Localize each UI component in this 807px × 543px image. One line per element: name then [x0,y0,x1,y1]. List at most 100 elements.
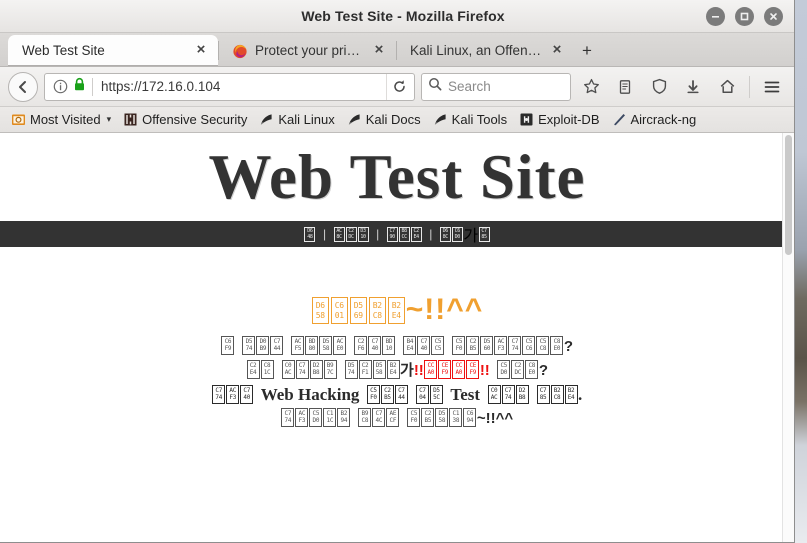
missing-glyph-box: C1 38 [449,408,463,427]
missing-glyph-box: C7 40 [417,336,431,355]
home-icon[interactable] [713,73,741,101]
tab-strip: Web Test Site × Protect your privacy a..… [0,33,794,67]
search-bar[interactable]: Search [421,72,571,101]
reader-list-icon[interactable] [611,73,639,101]
missing-glyph-box: D5 58 [372,360,386,379]
kali-dragon-icon [259,112,274,127]
missing-glyph-box: AE CF [386,408,400,427]
latin-text: . [578,385,583,404]
missing-glyph-box: C7 44 [394,385,408,404]
page-title: Web Test Site [208,141,586,212]
window-title: Web Test Site - Mozilla Firefox [301,8,505,24]
downloads-icon[interactable] [679,73,707,101]
line-2-emphasis-tofu: CC A0 CE F9 CC A0 CE F9 [424,360,480,379]
content-line-4: C7 74 AC F3 C5 D0 C1 1C B2 94 B9 C8 C7 4C AE CF C5 F0 C2 B5… [0,408,794,430]
tab-label: Kali Linux, an Offensive S... [410,43,543,58]
missing-glyph-box: B4 E4 [403,336,417,355]
nav-item-data-room[interactable]: C7 90 B8 CC C2 E4 [386,226,422,242]
bookmark-kali-tools[interactable]: Kali Tools [428,110,512,129]
url-text: https://172.16.0.104 [101,79,221,94]
shield-icon[interactable] [645,73,673,101]
missing-glyph-box: C5 C6 [522,336,536,355]
missing-glyph-box: C7 90 [386,226,398,242]
missing-glyph-box: CE F9 [466,360,480,379]
missing-glyph-box: D5 74 [242,336,256,355]
missing-glyph-box: D3 10 [357,226,369,242]
line-4-tofu: C7 74 AC F3 C5 D0 C1 1C B2 94 B9 C8 C7 4C AE CF C5 F0 C2 B5… [281,408,477,427]
bookmark-most-visited[interactable]: Most Visited ▾ [6,110,116,129]
line-2-suffix: ? [538,362,548,379]
nav-item-board[interactable]: AC 8C C2 DC D3 10 [333,226,369,242]
missing-glyph-box: B2 94 [337,408,351,427]
kali-dragon-icon [347,112,362,127]
site-header: Web Test Site [0,133,794,221]
missing-glyph-box: B8 CC [398,226,410,242]
missing-glyph-box: C2 E4 [410,226,422,242]
bookmark-kali-linux[interactable]: Kali Linux [254,110,339,129]
maximize-button[interactable] [735,6,754,26]
magnifier-icon [428,77,442,96]
kali-dragon-icon [433,112,448,127]
missing-glyph-box: C1 1C [323,408,337,427]
line-2-tail-tofu: C5 D0 C2 DC C8 E0 [497,360,539,379]
bookmark-exploit-db[interactable]: Exploit-DB [514,110,604,129]
missing-glyph-box: D6 48 [304,226,316,242]
missing-glyph-box: C7 74 [508,336,522,355]
content-line-3: C7 74 AC F3 C7 40 Web Hacking C5 F0 C2 B5 C7 44 C7 04 D… [0,384,794,406]
bookmark-kali-docs[interactable]: Kali Docs [342,110,426,129]
tab-protect-your-privacy[interactable]: Protect your privacy a... × [218,35,396,66]
reload-icon[interactable] [386,73,412,100]
line-3-parts: C7 74 AC F3 C7 40 Web Hacking C5 F0 C2 B5 C7 44 C7 04 D… [212,385,583,404]
glyph-text: 가 [400,362,414,379]
hamburger-menu-icon[interactable] [758,73,786,101]
search-input[interactable]: Search [448,79,491,94]
missing-glyph-box: B2 E4 [386,360,400,379]
line-1-tofu: C6 F9 D5 74 D0 B9 C7 44 AC F5 BD 80 D5 58 AC E0 C2 F6 C7 40… [221,336,564,355]
missing-glyph-box: D5 69 [349,297,367,324]
back-button[interactable] [8,71,38,102]
missing-glyph-box: D5 58 [435,408,449,427]
bookmark-aircrack-ng[interactable]: Aircrack-ng [607,110,702,129]
window-titlebar: Web Test Site - Mozilla Firefox [0,0,794,33]
missing-glyph-box: AC F3 [494,336,508,355]
site-navigation: D6 48 | AC 8C C2 DC D3 10 | C7 90 B8 CC C2 E4 | D6 8… [0,221,794,247]
glyph-text: 가 [463,228,479,245]
missing-glyph-box: CC A0 [452,360,466,379]
bookmark-label: Kali Linux [278,112,335,127]
info-icon[interactable] [52,78,69,95]
tab-web-test-site[interactable]: Web Test Site × [8,35,218,66]
nav-item-home[interactable]: D6 48 [304,226,316,242]
page-viewport: Web Test Site D6 48 | AC 8C C2 DC D3 10 | C7 90… [0,133,794,542]
missing-glyph-box: C5 F0 [366,385,380,404]
tab-label: Web Test Site [22,43,105,58]
missing-glyph-box: C7 85 [536,385,550,404]
chevron-down-icon[interactable]: ▾ [107,114,112,125]
missing-glyph-box: D0 B9 [256,336,270,355]
missing-glyph-box: C2 E4 [246,360,260,379]
tab-close-icon[interactable]: × [371,42,387,59]
missing-glyph-box: C6 94 [463,408,477,427]
missing-glyph-box: C7 04 [415,385,429,404]
window-controls [706,6,794,26]
bookmark-offensive-security[interactable]: Offensive Security [118,110,252,129]
scrollbar-thumb[interactable] [785,135,792,255]
welcome-suffix: ~!!^^ [405,293,484,326]
missing-glyph-box: D5 60 [480,336,494,355]
missing-glyph-box: B9 7C [323,360,337,379]
tab-close-icon[interactable]: × [193,42,209,59]
missing-glyph-box: C0 AC [281,360,295,379]
page-scrollbar[interactable] [782,133,794,542]
url-bar[interactable]: https://172.16.0.104 [44,72,415,101]
minimize-button[interactable] [706,6,725,26]
tab-close-icon[interactable]: × [549,42,565,59]
bookmark-star-icon[interactable] [577,73,605,101]
close-button[interactable] [764,6,783,26]
nav-separator: | [322,227,327,241]
new-tab-button[interactable]: + [574,35,600,66]
welcome-heading: D6 58 C6 01 D5 69 B2 C8 B2 E4 ~!!^^ [0,293,794,327]
missing-glyph-box: C2 DC [345,226,357,242]
tab-kali-linux[interactable]: Kali Linux, an Offensive S... × [396,35,574,66]
missing-glyph-box: C0 AC [487,385,501,404]
nav-item-join[interactable]: D6 8C C6 D0 가 C7 85 [439,222,490,246]
missing-glyph-box: D2 B8 [309,360,323,379]
